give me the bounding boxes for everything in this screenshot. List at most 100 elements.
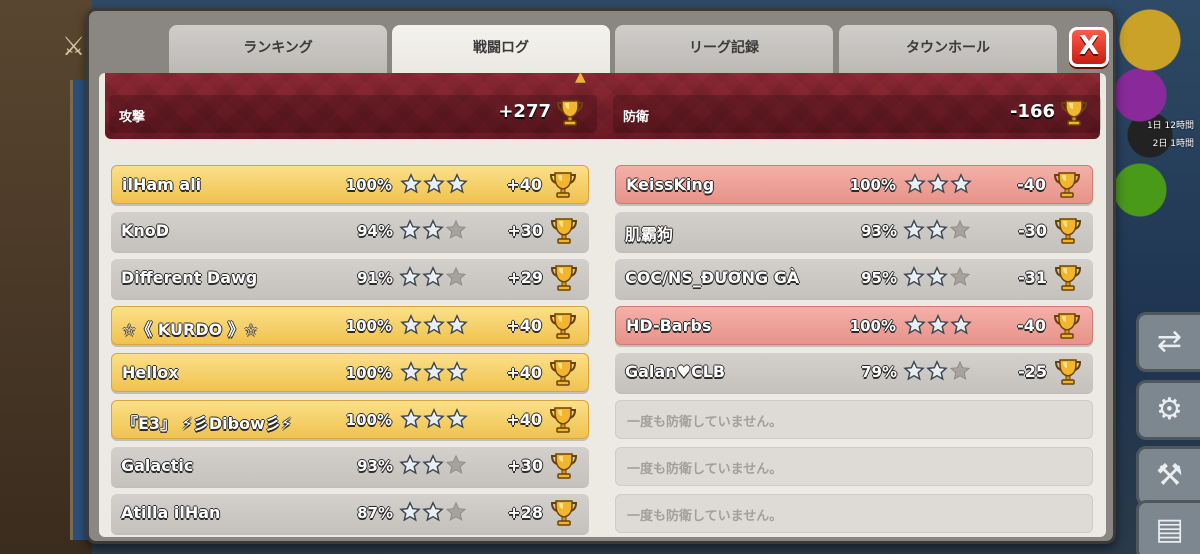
star-rating [400, 361, 470, 385]
star-icon [423, 173, 445, 194]
star-icon [423, 314, 445, 335]
close-button[interactable]: X [1069, 27, 1109, 67]
summary-banner: ▲ 攻撃 +277 防衛 -166 [105, 69, 1101, 139]
trophy-icon: ▲ [575, 69, 586, 85]
no-defense-text: 一度も防衛していません。 [627, 415, 783, 430]
swap-icon[interactable]: ⇄ [1136, 312, 1200, 372]
trophy-icon [549, 263, 579, 297]
trophy-icon [1053, 357, 1083, 391]
star-icon [400, 173, 422, 194]
empty-star-icon [949, 219, 971, 239]
star-rating [399, 219, 469, 243]
empty-star-icon [949, 360, 971, 380]
attack-log-row[interactable]: ☆《 KURDO 》☆ 100% +40 [111, 306, 589, 345]
star-rating [400, 314, 470, 338]
attack-log-row[interactable]: 『E3』 ⚡彡Dibow彡⚡ 100% +40 [111, 400, 589, 439]
attack-log-row[interactable]: ilHam ali 100% +40 [111, 165, 589, 204]
book-icon[interactable]: ▤ [1136, 500, 1200, 554]
attack-log-row[interactable]: Different Dawg 91% +29 [111, 259, 589, 298]
player-name: KnoD [121, 221, 170, 240]
trophy-icon [1059, 98, 1089, 132]
player-name: Hellox [122, 363, 179, 382]
close-icon: X [1078, 31, 1100, 61]
trophy-icon [1052, 311, 1082, 345]
trophy-icon [1053, 216, 1083, 250]
star-rating [400, 173, 470, 197]
star-icon [399, 501, 421, 522]
star-icon [399, 266, 421, 287]
player-name: Different Dawg [121, 268, 258, 287]
trophy-change: +40 [506, 316, 542, 335]
player-name: KeissKing [626, 175, 715, 194]
star-icon [950, 173, 972, 194]
defense-log-row[interactable]: Galan♥CLB 79% -25 [615, 353, 1093, 392]
hammer-icon[interactable]: ⚒ [1136, 446, 1200, 506]
trophy-change: +40 [506, 410, 542, 429]
empty-star-icon [445, 454, 467, 474]
defense-log-row[interactable]: 一度も防衛していません。 [615, 494, 1093, 533]
destruction-percent: 100% [345, 317, 392, 335]
trophy-icon [548, 405, 578, 439]
destruction-percent: 91% [357, 269, 393, 287]
attack-summary: 攻撃 +277 [109, 95, 597, 133]
trophy-icon [549, 216, 579, 250]
attack-log-row[interactable]: KnoD 94% +30 [111, 212, 589, 251]
empty-star-icon [949, 266, 971, 286]
sword-icon: ⚔ [62, 32, 86, 62]
defense-log-row[interactable]: COC/NS_ĐƯƠNG GÀ 95% -31 [615, 259, 1093, 298]
star-icon [903, 219, 925, 240]
defense-log-row[interactable]: 一度も防衛していません。 [615, 447, 1093, 486]
trophy-icon [1052, 170, 1082, 204]
no-defense-text: 一度も防衛していません。 [627, 462, 783, 477]
player-name: Atilla ilHan [121, 503, 221, 522]
star-rating [399, 501, 469, 525]
attack-log-row[interactable]: Galactic 93% +30 [111, 447, 589, 486]
destruction-percent: 100% [849, 317, 896, 335]
star-icon [904, 173, 926, 194]
star-icon [422, 219, 444, 240]
star-icon [926, 360, 948, 381]
empty-star-icon [445, 266, 467, 286]
player-name: ilHam ali [122, 175, 202, 194]
player-name: HD-Barbs [626, 316, 712, 335]
attack-log-row[interactable]: Atilla ilHan 87% +28 [111, 494, 589, 533]
gear-icon[interactable]: ⚙ [1136, 380, 1200, 440]
defense-summary: 防衛 -166 [613, 95, 1101, 133]
star-icon [927, 314, 949, 335]
trophy-change: +30 [507, 456, 543, 475]
trophy-change: -31 [1018, 268, 1047, 287]
trophy-change: -30 [1018, 221, 1047, 240]
star-icon [400, 361, 422, 382]
empty-star-icon [445, 219, 467, 239]
star-icon [399, 219, 421, 240]
trophy-change: +28 [507, 503, 543, 522]
star-rating [903, 219, 973, 243]
player-name: ☆《 KURDO 》☆ [122, 320, 259, 339]
star-rating [904, 314, 974, 338]
trophy-icon [548, 311, 578, 345]
destruction-percent: 93% [357, 457, 393, 475]
defense-log-row[interactable]: HD-Barbs 100% -40 [615, 306, 1093, 345]
player-name: Galactic [121, 456, 194, 475]
defense-summary-label: 防衛 [623, 110, 650, 125]
player-name: Galan♥CLB [625, 362, 726, 381]
destruction-percent: 93% [861, 222, 897, 240]
star-rating [399, 266, 469, 290]
star-icon [446, 361, 468, 382]
defense-log-row[interactable]: 一度も防衛していません。 [615, 400, 1093, 439]
timer-label: 1日 12時間 [1146, 121, 1194, 131]
star-icon [422, 454, 444, 475]
trophy-change: +40 [506, 175, 542, 194]
star-icon [904, 314, 926, 335]
trophy-change: -40 [1017, 316, 1046, 335]
star-icon [446, 173, 468, 194]
defense-log-row[interactable]: KeissKing 100% -40 [615, 165, 1093, 204]
star-icon [422, 266, 444, 287]
trophy-icon [549, 451, 579, 485]
attack-log-row[interactable]: Hellox 100% +40 [111, 353, 589, 392]
defense-log-row[interactable]: 肌霸狗 93% -30 [615, 212, 1093, 251]
player-name: 『E3』 ⚡彡Dibow彡⚡ [122, 414, 293, 433]
right-side-buttons: 1日 12時間 2日 1時間 ⇄ ⚙ ⚒ ▤ [1110, 0, 1200, 554]
timer-label: 2日 1時間 [1152, 139, 1194, 149]
destruction-percent: 100% [345, 176, 392, 194]
